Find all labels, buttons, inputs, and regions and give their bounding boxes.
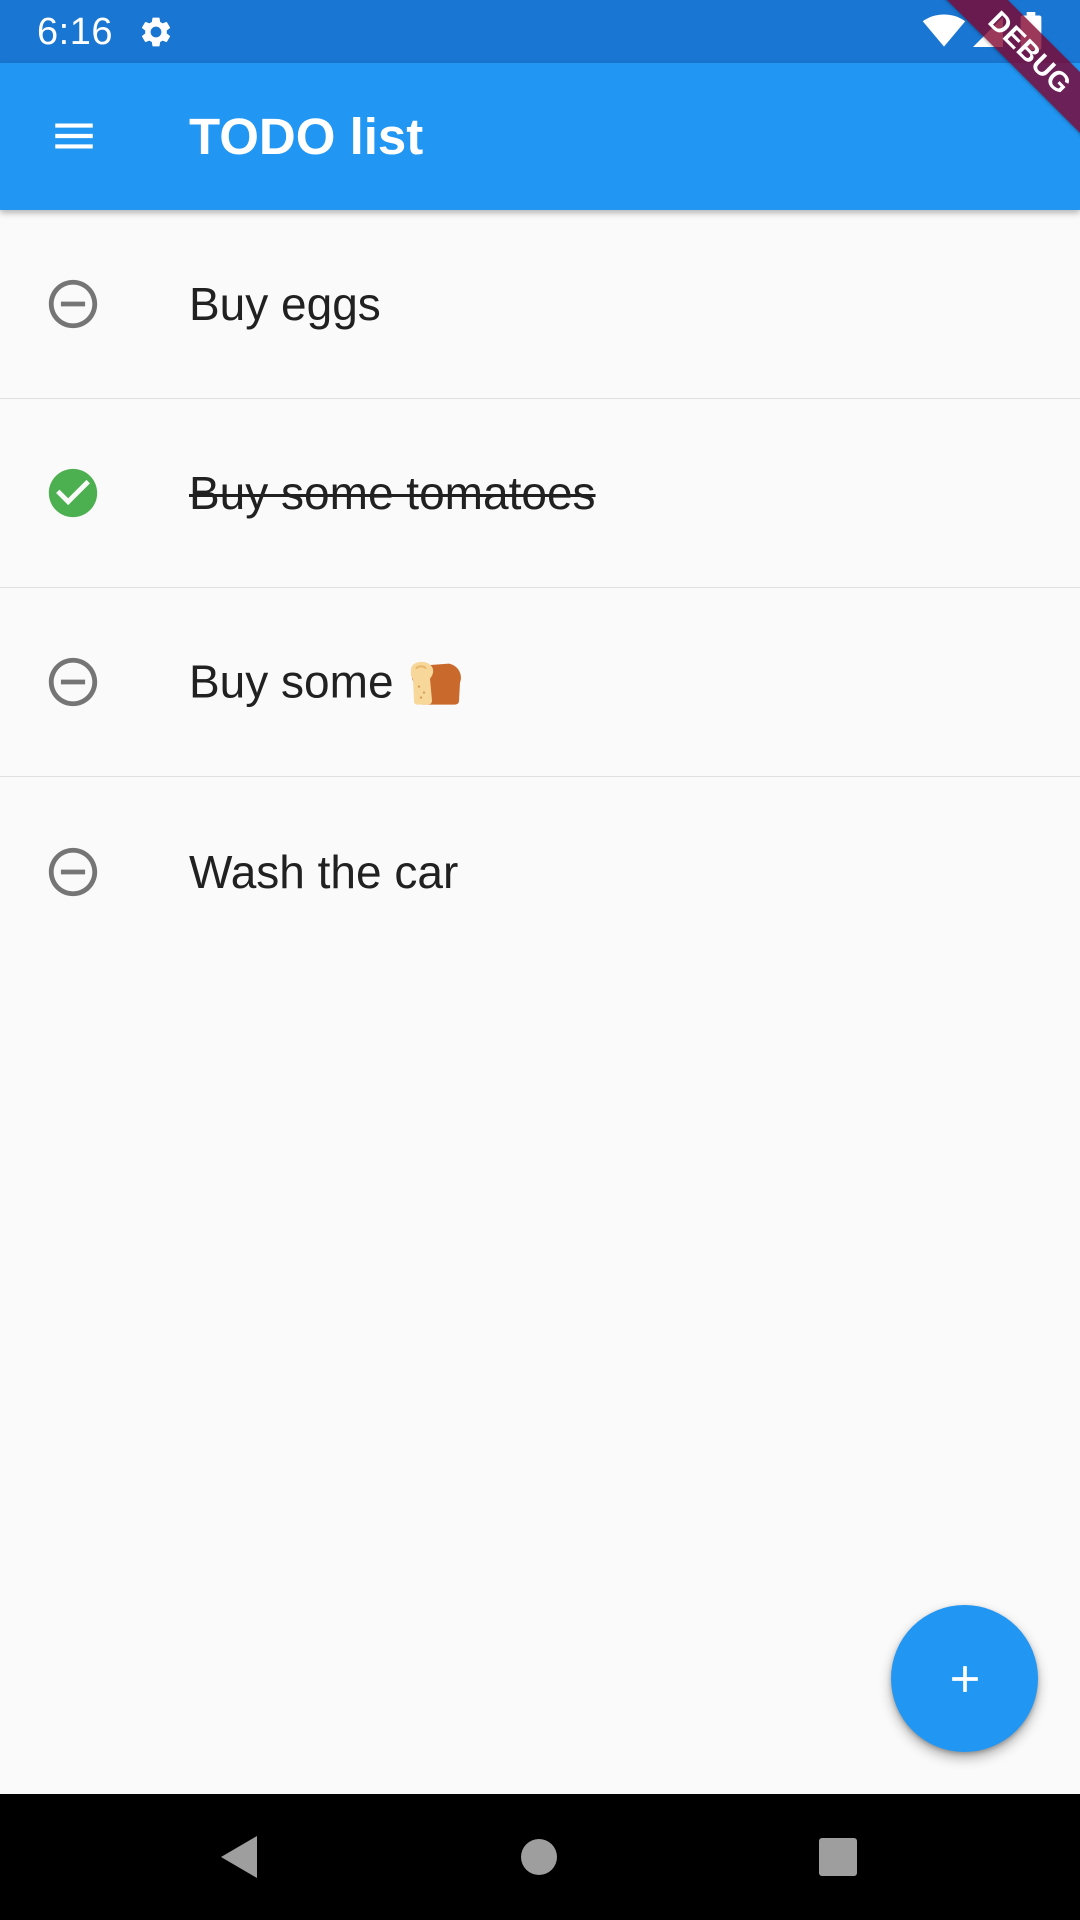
add-icon [951, 1665, 978, 1692]
remove-circle-outline-icon[interactable] [44, 275, 102, 333]
add-todo-button[interactable] [891, 1605, 1038, 1752]
todo-item[interactable]: Buy some [0, 588, 1080, 777]
back-button[interactable] [204, 1822, 274, 1892]
page-title: TODO list [189, 108, 424, 165]
todo-text-container: Buy some [189, 654, 464, 711]
back-icon [221, 1836, 257, 1878]
todo-item[interactable]: Buy some tomatoes [0, 399, 1080, 588]
home-button[interactable] [504, 1822, 574, 1892]
todo-item[interactable]: Buy eggs [0, 210, 1080, 399]
app-bar: TODO list [0, 63, 1080, 210]
menu-button[interactable] [25, 87, 123, 185]
recents-icon [819, 1838, 857, 1876]
todo-text: Buy some [189, 655, 394, 708]
todo-text: Wash the car [189, 845, 459, 898]
home-icon [521, 1839, 557, 1875]
todo-text: Buy eggs [189, 278, 381, 330]
todo-text: Buy some tomatoes [189, 467, 596, 519]
todo-list: Buy eggs Buy some tomatoes Buy some Wash… [0, 210, 1080, 966]
gear-icon [141, 17, 171, 47]
menu-icon [55, 123, 93, 149]
wifi-icon [922, 14, 966, 47]
remove-circle-outline-icon[interactable] [44, 653, 102, 711]
status-time: 6:16 [37, 11, 113, 53]
status-bar: 6:16 [0, 0, 1080, 63]
todo-item[interactable]: Wash the car [0, 777, 1080, 966]
check-circle-icon[interactable] [44, 464, 102, 522]
remove-circle-outline-icon[interactable] [44, 843, 102, 901]
navigation-bar [0, 1794, 1080, 1920]
bread-icon [410, 661, 461, 705]
screen: 6:16 TODO list DEBUG Buy eggs Buy some t… [0, 0, 1080, 1920]
recents-button[interactable] [803, 1822, 873, 1892]
